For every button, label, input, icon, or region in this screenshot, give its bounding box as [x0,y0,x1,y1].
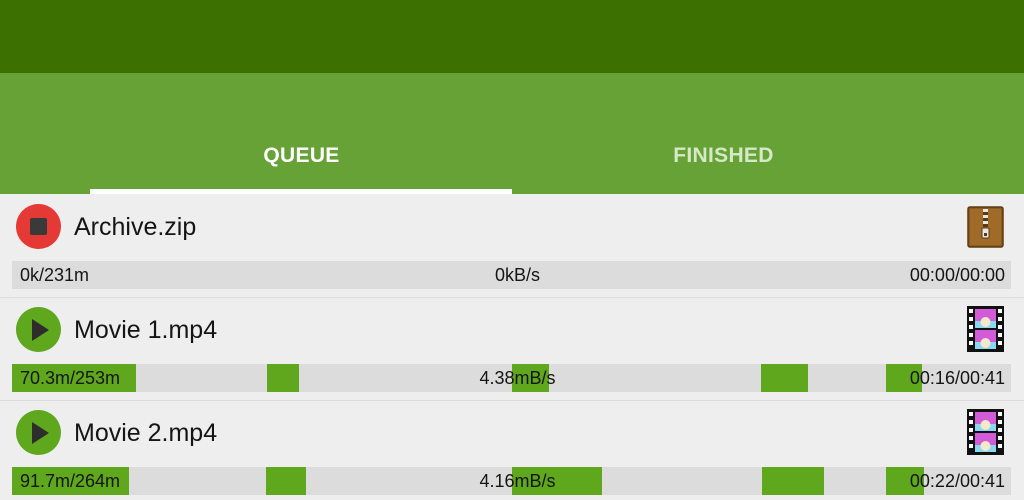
play-button[interactable] [16,410,61,455]
video-file-icon [967,306,1004,352]
time-text: 00:00/00:00 [909,265,1005,285]
tab-finished[interactable]: FINISHED [512,73,935,194]
zip-archive-icon [967,206,1004,248]
progress-bar: 70.3m/253m 4.38mB/s 00:16/00:41 [12,364,1011,392]
video-file-icon [967,409,1004,455]
progress-bar: 0k/231m 0kB/s 00:00/00:00 [12,261,1011,289]
stop-icon [30,218,47,235]
play-icon [32,421,49,444]
download-item-archive[interactable]: Archive.zip 0k/231m 0kB/s 00:00/00:00 [0,194,1024,297]
speed-text: 4.38mB/s [479,368,556,388]
status-bar [0,0,1024,73]
file-name: Archive.zip [74,213,197,241]
file-name: Movie 1.mp4 [74,316,218,344]
time-text: 00:22/00:41 [909,471,1005,491]
time-text: 00:16/00:41 [909,368,1005,388]
stop-button[interactable] [16,204,61,249]
tab-queue[interactable]: QUEUE [90,73,513,194]
file-name: Movie 2.mp4 [74,419,218,447]
tab-bar: QUEUE FINISHED [0,73,1024,194]
download-item-movie-2[interactable]: Movie 2.mp4 91.7m/264m 4.16mB/s 00:22/00… [0,401,1024,500]
speed-text: 0kB/s [494,265,541,285]
play-button[interactable] [16,307,61,352]
speed-text: 4.16mB/s [479,471,556,491]
play-icon [32,318,49,341]
progress-bar: 91.7m/264m 4.16mB/s 00:22/00:41 [12,467,1011,495]
download-item-movie-1[interactable]: Movie 1.mp4 70.3m/253m 4.38mB/s 00:16/00… [0,298,1024,401]
